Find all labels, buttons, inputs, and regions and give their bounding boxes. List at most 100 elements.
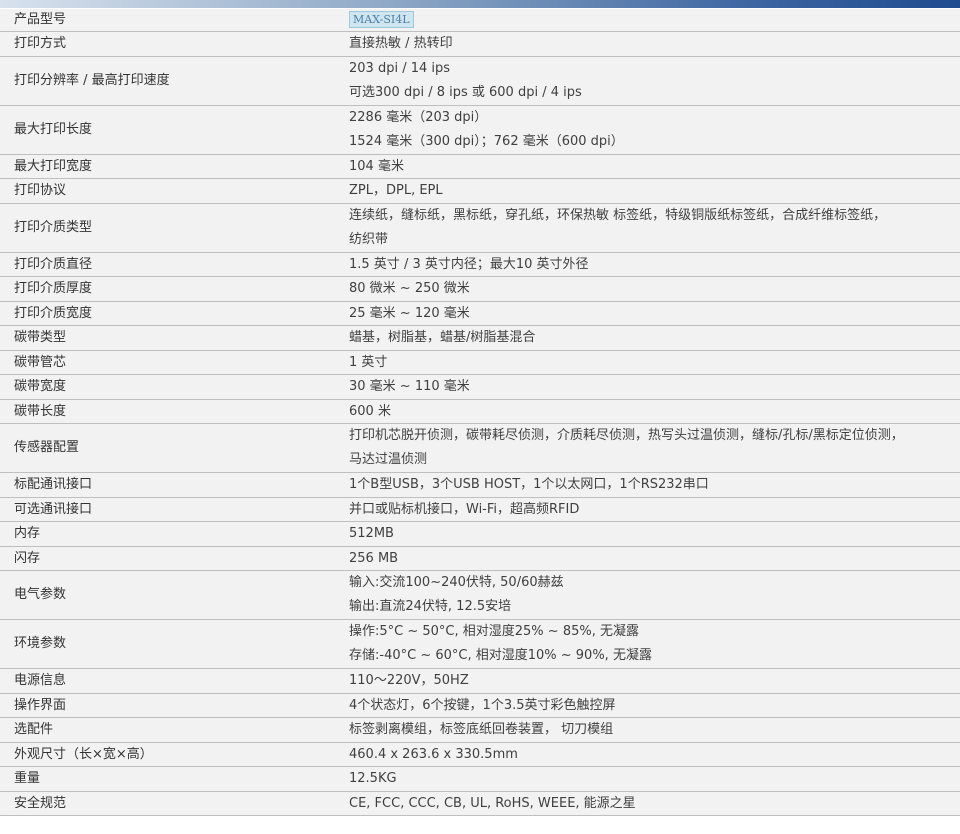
- spec-value-line: CE, FCC, CCC, CB, UL, RoHS, WEEE, 能源之星: [349, 795, 636, 811]
- table-row: 传感器配置 打印机芯脱开侦测，碳带耗尽侦测，介质耗尽侦测，热写头过温侦测，缝标/孔…: [0, 423, 960, 473]
- spec-value-line: 直接热敏 / 热转印: [349, 36, 453, 51]
- spec-value-line: 4个状态灯，6个按键，1个3.5英寸彩色触控屏: [349, 697, 616, 713]
- spec-table-body: 产品型号 MAX-SI4L 打印方式 直接热敏 / 热转印 打印分辨率 / 最高打印速度…: [0, 9, 960, 816]
- table-row: 最大打印长度 2286 毫米（203 dpi） 1524 毫米（300 dpi）；7…: [0, 105, 960, 155]
- table-row: 碳带长度 600 米: [0, 399, 960, 424]
- spec-label: 打印介质直径: [0, 252, 340, 277]
- spec-value: 203 dpi / 14 ips 可选300 dpi / 8 ips 或 600 …: [340, 56, 960, 106]
- spec-value-line: 12.5KG: [349, 771, 397, 786]
- table-row: 最大打印宽度 104 毫米: [0, 154, 960, 179]
- spec-value-line: 1524 毫米（300 dpi）；762 毫米（600 dpi）: [349, 133, 624, 149]
- spec-value-line: ZPL，DPL, EPL: [349, 183, 443, 198]
- spec-label: 打印介质类型: [0, 203, 340, 253]
- spec-value-line: 512MB: [349, 526, 394, 541]
- table-row: 内存 512MB: [0, 521, 960, 547]
- spec-label: 标配通讯接口: [0, 472, 340, 498]
- header-accent-bar: [0, 0, 960, 8]
- spec-table: 产品型号 MAX-SI4L 打印方式 直接热敏 / 热转印 打印分辨率 / 最高打印速度…: [0, 9, 960, 816]
- spec-value: 连续纸，缝标纸，黑标纸，穿孔纸，环保热敏 标签纸，特级铜版纸标签纸，合成纤维标签…: [340, 203, 960, 253]
- spec-value: 4个状态灯，6个按键，1个3.5英寸彩色触控屏: [340, 693, 960, 718]
- spec-label: 选配件: [0, 717, 340, 743]
- spec-value: 并口或贴标机接口，Wi-Fi，超高频RFID: [340, 497, 960, 522]
- table-row: 碳带宽度 30 毫米 ~ 110 毫米: [0, 374, 960, 400]
- table-row: 碳带管芯 1 英寸: [0, 350, 960, 375]
- table-row: 闪存 256 MB: [0, 546, 960, 571]
- spec-value: ZPL，DPL, EPL: [340, 178, 960, 204]
- spec-value-line: 80 微米 ~ 250 微米: [349, 281, 470, 296]
- spec-label: 外观尺寸（长×宽×高）: [0, 742, 340, 767]
- spec-value: 110～220V，50HZ: [340, 668, 960, 694]
- spec-value-line: 25 毫米 ~ 120 毫米: [349, 305, 470, 321]
- spec-value-line: 104 毫米: [349, 158, 404, 174]
- spec-value-line: 600 米: [349, 403, 391, 419]
- spec-value-line: 1个B型USB，3个USB HOST，1个以太网口，1个RS232串口: [349, 477, 709, 492]
- spec-value: CE, FCC, CCC, CB, UL, RoHS, WEEE, 能源之星: [340, 791, 960, 816]
- spec-label: 打印介质宽度: [0, 301, 340, 326]
- table-row: 打印介质直径 1.5 英寸 / 3 英寸内径；最大10 英寸外径: [0, 252, 960, 277]
- spec-label: 打印介质厚度: [0, 276, 340, 302]
- spec-value: 80 微米 ~ 250 微米: [340, 276, 960, 302]
- spec-label: 碳带管芯: [0, 350, 340, 375]
- spec-label: 环境参数: [0, 619, 340, 669]
- table-row: 标配通讯接口 1个B型USB，3个USB HOST，1个以太网口，1个RS232串…: [0, 472, 960, 498]
- spec-value-line: 输出:直流24伏特, 12.5安培: [349, 599, 512, 614]
- spec-label: 传感器配置: [0, 423, 340, 473]
- table-row: 电气参数 输入:交流100~240伏特, 50/60赫兹 输出:直流24伏特, 12…: [0, 570, 960, 620]
- table-row: 可选通讯接口 并口或贴标机接口，Wi-Fi，超高频RFID: [0, 497, 960, 522]
- spec-value: MAX-SI4L: [340, 9, 960, 32]
- spec-value-line: 蜡基，树脂基，蜡基/树脂基混合: [349, 330, 536, 345]
- spec-value-line: 并口或贴标机接口，Wi-Fi，超高频RFID: [349, 501, 580, 517]
- spec-value: 1个B型USB，3个USB HOST，1个以太网口，1个RS232串口: [340, 472, 960, 498]
- spec-value: 标签剥离模组，标签底纸回卷装置， 切刀模组: [340, 717, 960, 743]
- spec-value: 输入:交流100~240伏特, 50/60赫兹 输出:直流24伏特, 12.5安培: [340, 570, 960, 620]
- spec-value-line: 马达过温侦测: [349, 452, 428, 467]
- spec-label: 电气参数: [0, 570, 340, 620]
- table-row: 电源信息 110～220V，50HZ: [0, 668, 960, 694]
- spec-value: 30 毫米 ~ 110 毫米: [340, 374, 960, 400]
- spec-label: 重量: [0, 766, 340, 792]
- table-row: 打印协议 ZPL，DPL, EPL: [0, 178, 960, 204]
- spec-value: 256 MB: [340, 546, 960, 571]
- spec-value-line: 1 英寸: [349, 354, 388, 370]
- table-row: 外观尺寸（长×宽×高） 460.4 x 263.6 x 330.5mm: [0, 742, 960, 767]
- table-row: 打印介质宽度 25 毫米 ~ 120 毫米: [0, 301, 960, 326]
- spec-value-line: 30 毫米 ~ 110 毫米: [349, 379, 470, 394]
- table-row: 打印分辨率 / 最高打印速度 203 dpi / 14 ips 可选300 dpi …: [0, 56, 960, 106]
- spec-label: 最大打印长度: [0, 105, 340, 155]
- spec-value-line: 标签剥离模组，标签底纸回卷装置， 切刀模组: [349, 722, 614, 737]
- spec-value-line: 256 MB: [349, 550, 399, 566]
- spec-value-line: 1.5 英寸 / 3 英寸内径；最大10 英寸外径: [349, 256, 589, 272]
- table-row: 碳带类型 蜡基，树脂基，蜡基/树脂基混合: [0, 325, 960, 351]
- spec-value-line: 存储:-40°C ~ 60°C, 相对湿度10% ~ 90%, 无凝露: [349, 648, 652, 663]
- spec-label: 产品型号: [0, 9, 340, 32]
- spec-value: 104 毫米: [340, 154, 960, 179]
- table-row: 选配件 标签剥离模组，标签底纸回卷装置， 切刀模组: [0, 717, 960, 743]
- spec-value: 12.5KG: [340, 766, 960, 792]
- spec-label: 碳带长度: [0, 399, 340, 424]
- table-row: 环境参数 操作:5°C ~ 50°C, 相对湿度25% ~ 85%, 无凝露 存储:…: [0, 619, 960, 669]
- spec-value-line: 纺织带: [349, 231, 389, 247]
- spec-value-line: 连续纸，缝标纸，黑标纸，穿孔纸，环保热敏 标签纸，特级铜版纸标签纸，合成纤维标签…: [349, 207, 887, 223]
- spec-label: 最大打印宽度: [0, 154, 340, 179]
- table-row: 重量 12.5KG: [0, 766, 960, 792]
- table-row: 操作界面 4个状态灯，6个按键，1个3.5英寸彩色触控屏: [0, 693, 960, 718]
- spec-label: 打印分辨率 / 最高打印速度: [0, 56, 340, 106]
- spec-value-line: 460.4 x 263.6 x 330.5mm: [349, 746, 518, 762]
- spec-label: 内存: [0, 521, 340, 547]
- spec-label: 碳带类型: [0, 325, 340, 351]
- spec-value-line: 110～220V，50HZ: [349, 673, 469, 688]
- table-row: 产品型号 MAX-SI4L: [0, 9, 960, 32]
- spec-label: 电源信息: [0, 668, 340, 694]
- table-row: 打印介质厚度 80 微米 ~ 250 微米: [0, 276, 960, 302]
- table-row: 打印介质类型 连续纸，缝标纸，黑标纸，穿孔纸，环保热敏 标签纸，特级铜版纸标签纸，…: [0, 203, 960, 253]
- spec-value: 蜡基，树脂基，蜡基/树脂基混合: [340, 325, 960, 351]
- spec-value: 打印机芯脱开侦测，碳带耗尽侦测，介质耗尽侦测，热写头过温侦测，缝标/孔标/黑标定…: [340, 423, 960, 473]
- spec-value: 2286 毫米（203 dpi） 1524 毫米（300 dpi）；762 毫米（…: [340, 105, 960, 155]
- spec-label: 闪存: [0, 546, 340, 571]
- spec-value: 460.4 x 263.6 x 330.5mm: [340, 742, 960, 767]
- spec-value-line: 输入:交流100~240伏特, 50/60赫兹: [349, 575, 564, 590]
- spec-value-line: 2286 毫米（203 dpi）: [349, 109, 488, 125]
- spec-value-line: 打印机芯脱开侦测，碳带耗尽侦测，介质耗尽侦测，热写头过温侦测，缝标/孔标/黑标定…: [349, 428, 904, 443]
- spec-value: 1 英寸: [340, 350, 960, 375]
- spec-label: 打印协议: [0, 178, 340, 204]
